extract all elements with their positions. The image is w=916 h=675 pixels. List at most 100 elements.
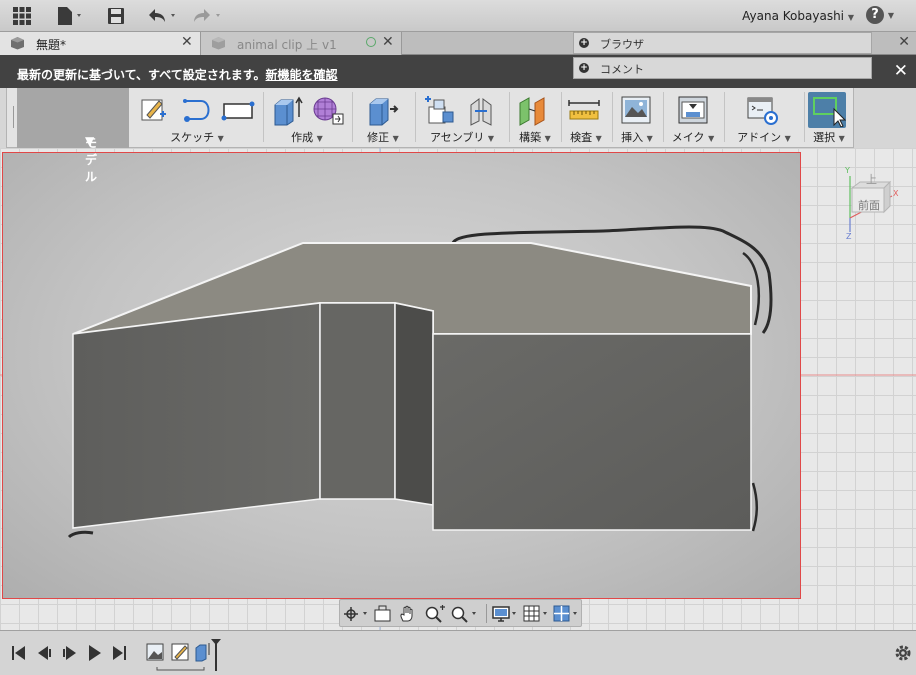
addins-group-label: アドイン bbox=[737, 131, 782, 144]
chevron-down-icon: ▼ bbox=[595, 134, 602, 143]
select-cursor-icon[interactable] bbox=[810, 95, 846, 127]
comments-panel[interactable]: + コメント bbox=[573, 57, 872, 79]
chevron-down-icon: ▼ bbox=[784, 134, 791, 143]
view-cube-top-label: 上 bbox=[866, 173, 877, 186]
save-icon bbox=[108, 8, 124, 24]
user-name: Ayana Kobayashi bbox=[742, 9, 845, 23]
display-settings-icon[interactable] bbox=[492, 605, 522, 623]
chevron-down-icon: ▼ bbox=[544, 134, 551, 143]
navbar-separator bbox=[486, 604, 487, 623]
create-group[interactable]: 作成 ▼ bbox=[265, 88, 349, 148]
step-forward-icon[interactable] bbox=[63, 646, 76, 660]
redo-button[interactable] bbox=[191, 6, 227, 26]
navigation-bar bbox=[339, 599, 582, 627]
skip-to-end-icon[interactable] bbox=[113, 646, 126, 660]
browser-panel-label: ブラウザ bbox=[600, 38, 644, 51]
grid-settings-icon[interactable] bbox=[523, 605, 553, 623]
browser-panel[interactable]: + ブラウザ bbox=[573, 32, 872, 54]
viewports-icon[interactable] bbox=[553, 605, 583, 623]
chevron-down-icon: ▼ bbox=[646, 134, 653, 143]
canvas-feature-icon[interactable] bbox=[146, 643, 164, 661]
toolbar-separator bbox=[724, 92, 725, 142]
chevron-down-icon: ▼ bbox=[847, 13, 854, 22]
chevron-down-icon: ▼ bbox=[316, 134, 323, 143]
playback-controls bbox=[12, 645, 126, 661]
chevron-down-icon: ▼ bbox=[887, 11, 894, 20]
create-sketch-icon[interactable] bbox=[139, 95, 169, 125]
play-icon[interactable] bbox=[89, 645, 101, 661]
sync-status-icon bbox=[366, 37, 376, 47]
sketch-group-label: スケッチ bbox=[170, 131, 215, 144]
gear-icon[interactable] bbox=[893, 643, 913, 663]
sketch-group[interactable]: スケッチ ▼ bbox=[133, 88, 261, 148]
app-grid-icon[interactable] bbox=[12, 6, 32, 26]
make-group[interactable]: メイク ▼ bbox=[665, 88, 721, 148]
insert-group[interactable]: 挿入 ▼ bbox=[614, 88, 660, 148]
canvas-reference-image[interactable] bbox=[2, 152, 801, 599]
workspace-switcher[interactable]: モデル ▼ bbox=[17, 88, 129, 184]
user-menu[interactable]: Ayana Kobayashi ▼ bbox=[742, 9, 854, 23]
save-button[interactable] bbox=[107, 6, 125, 26]
help-button[interactable]: ? ▼ bbox=[866, 6, 902, 26]
expand-plus-icon[interactable]: + bbox=[579, 63, 589, 73]
offset-plane-icon[interactable] bbox=[517, 95, 551, 127]
construct-group[interactable]: 構築 ▼ bbox=[511, 88, 559, 148]
addins-group[interactable]: アドイン ▼ bbox=[726, 88, 802, 148]
timeline-marker-handle[interactable] bbox=[211, 639, 221, 671]
expand-plus-icon[interactable]: + bbox=[579, 38, 589, 48]
sketch-feature-icon[interactable] bbox=[171, 643, 189, 661]
whats-new-link[interactable]: 新機能を確認 bbox=[266, 68, 338, 82]
axis-y-label: Y bbox=[845, 166, 850, 175]
insert-image-icon[interactable] bbox=[620, 95, 652, 127]
close-icon[interactable]: ✕ bbox=[382, 34, 394, 50]
orbit-icon[interactable] bbox=[343, 605, 373, 623]
3d-print-icon[interactable] bbox=[677, 95, 709, 127]
toolbar-separator bbox=[804, 92, 805, 142]
assemble-group-label: アセンブリ bbox=[429, 131, 485, 144]
toolbar-separator bbox=[612, 92, 613, 142]
timeline-bar bbox=[0, 630, 916, 675]
toolbar-separator bbox=[263, 92, 264, 142]
chevron-down-icon: ▼ bbox=[838, 134, 845, 143]
toolbar-separator bbox=[663, 92, 664, 142]
close-icon[interactable]: ✕ bbox=[898, 34, 910, 50]
scripts-addins-icon[interactable] bbox=[746, 95, 780, 127]
create-group-label: 作成 bbox=[291, 131, 314, 144]
close-icon[interactable]: ✕ bbox=[181, 34, 193, 50]
undo-button[interactable] bbox=[146, 6, 182, 26]
close-icon[interactable]: ✕ bbox=[894, 61, 908, 81]
extrude-icon[interactable] bbox=[271, 95, 303, 127]
chevron-down-icon: ▼ bbox=[85, 134, 95, 148]
tab-animal-clip[interactable]: animal clip 上 v1 ✕ bbox=[201, 32, 402, 55]
inspect-group[interactable]: 検査 ▼ bbox=[563, 88, 609, 148]
modify-group[interactable]: 修正 ▼ bbox=[354, 88, 412, 148]
banner-message: 最新の更新に基づいて、すべて設定されます。 bbox=[17, 68, 266, 82]
file-menu-button[interactable] bbox=[56, 6, 86, 26]
look-at-icon[interactable] bbox=[373, 605, 393, 623]
3d-body[interactable] bbox=[3, 153, 802, 600]
tab-untitled[interactable]: 無題* ✕ bbox=[0, 32, 201, 55]
arc-icon[interactable] bbox=[181, 95, 215, 125]
select-group[interactable]: 選択 ▼ bbox=[806, 88, 852, 148]
chevron-down-icon: ▼ bbox=[392, 134, 399, 143]
step-back-icon[interactable] bbox=[38, 646, 51, 660]
form-icon[interactable] bbox=[311, 95, 345, 127]
model-viewport[interactable]: 上 前面 Y X Z bbox=[0, 148, 916, 630]
tab-label: 無題* bbox=[36, 38, 67, 52]
skip-to-start-icon[interactable] bbox=[12, 646, 25, 660]
new-component-icon[interactable] bbox=[421, 95, 455, 127]
joint-icon[interactable] bbox=[465, 95, 499, 127]
view-cube[interactable]: 上 前面 Y X Z bbox=[844, 162, 904, 242]
rectangle-icon[interactable] bbox=[221, 95, 255, 125]
zoom-icon[interactable] bbox=[424, 605, 446, 623]
app-bar: Ayana Kobayashi ▼ ? ▼ bbox=[0, 0, 916, 32]
axis-z-label: Z bbox=[846, 232, 852, 241]
assemble-group[interactable]: アセンブリ ▼ bbox=[417, 88, 507, 148]
fit-zoom-icon[interactable] bbox=[450, 605, 482, 623]
extrude-feature-icon[interactable] bbox=[195, 643, 210, 662]
press-pull-icon[interactable] bbox=[366, 95, 400, 127]
chevron-down-icon: ▼ bbox=[708, 134, 715, 143]
toolbar-separator bbox=[415, 92, 416, 142]
pan-hand-icon[interactable] bbox=[398, 605, 418, 623]
measure-icon[interactable] bbox=[567, 95, 601, 127]
